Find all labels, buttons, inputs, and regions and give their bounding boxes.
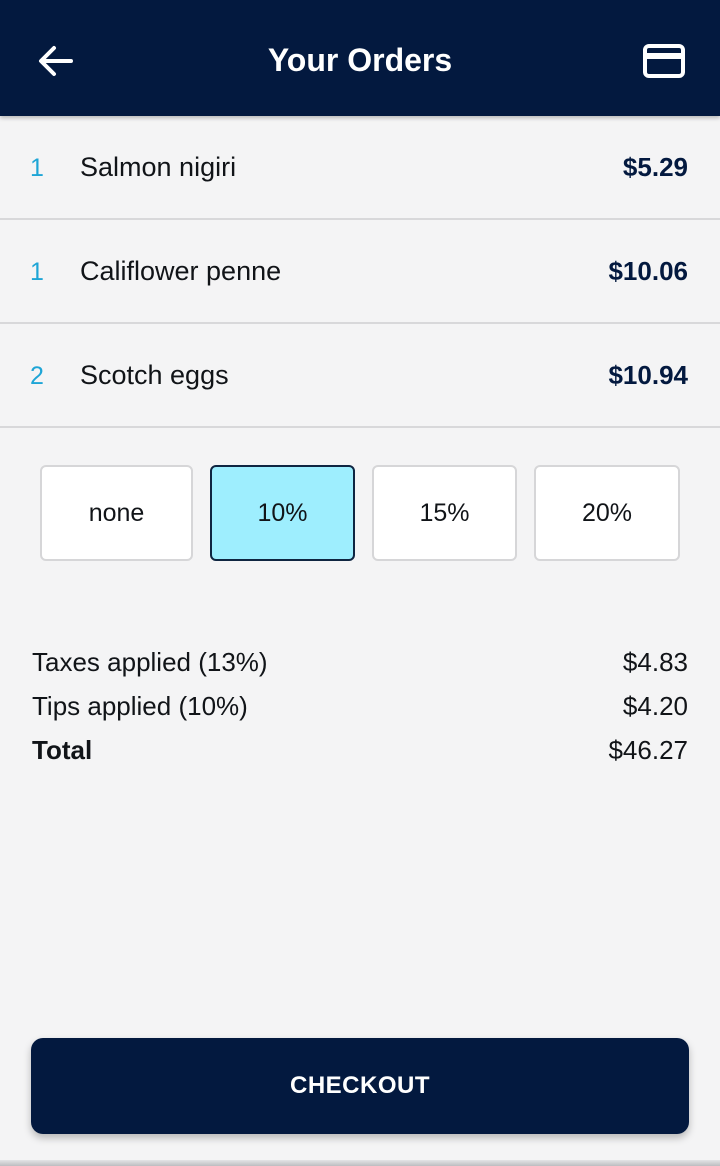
taxes-value: $4.83 — [622, 647, 688, 677]
tip-option-20[interactable]: 20% — [534, 465, 680, 561]
total-value: $46.27 — [608, 735, 688, 765]
taxes-line: Taxes applied (13%) $4.83 — [32, 640, 688, 684]
tip-option-none[interactable]: none — [40, 465, 193, 561]
order-list: 1 Salmon nigiri $5.29 1 Califlower penne… — [0, 116, 720, 428]
order-item-price: $10.94 — [608, 360, 688, 390]
checkout-button[interactable]: CHECKOUT — [31, 1038, 689, 1134]
total-label: Total — [32, 735, 93, 765]
order-row[interactable]: 2 Scotch eggs $10.94 — [0, 324, 720, 428]
order-item-price: $10.06 — [608, 256, 688, 286]
tip-option-15[interactable]: 15% — [372, 465, 517, 561]
order-row[interactable]: 1 Califlower penne $10.06 — [0, 220, 720, 324]
tips-line: Tips applied (10%) $4.20 — [32, 684, 688, 728]
tip-selector: none 10% 15% 20% — [0, 465, 720, 565]
order-quantity: 1 — [30, 258, 44, 286]
app-bar: Your Orders — [0, 0, 720, 116]
order-quantity: 1 — [30, 154, 44, 182]
page-title: Your Orders — [267, 42, 453, 78]
order-quantity: 2 — [30, 362, 44, 390]
tips-value: $4.20 — [622, 691, 688, 721]
payment-card-button[interactable] — [642, 42, 686, 80]
credit-card-icon — [643, 44, 685, 78]
order-item-price: $5.29 — [622, 152, 688, 182]
order-summary: Taxes applied (13%) $4.83 Tips applied (… — [32, 640, 688, 772]
taxes-label: Taxes applied (13%) — [32, 647, 268, 677]
tips-label: Tips applied (10%) — [32, 691, 248, 721]
order-item-name: Scotch eggs — [80, 360, 229, 390]
order-item-name: Califlower penne — [80, 256, 282, 286]
bottom-divider — [0, 1160, 720, 1166]
tip-option-10[interactable]: 10% — [210, 465, 355, 561]
order-item-name: Salmon nigiri — [80, 152, 237, 182]
total-line: Total $46.27 — [32, 728, 688, 772]
order-row[interactable]: 1 Salmon nigiri $5.29 — [0, 116, 720, 220]
